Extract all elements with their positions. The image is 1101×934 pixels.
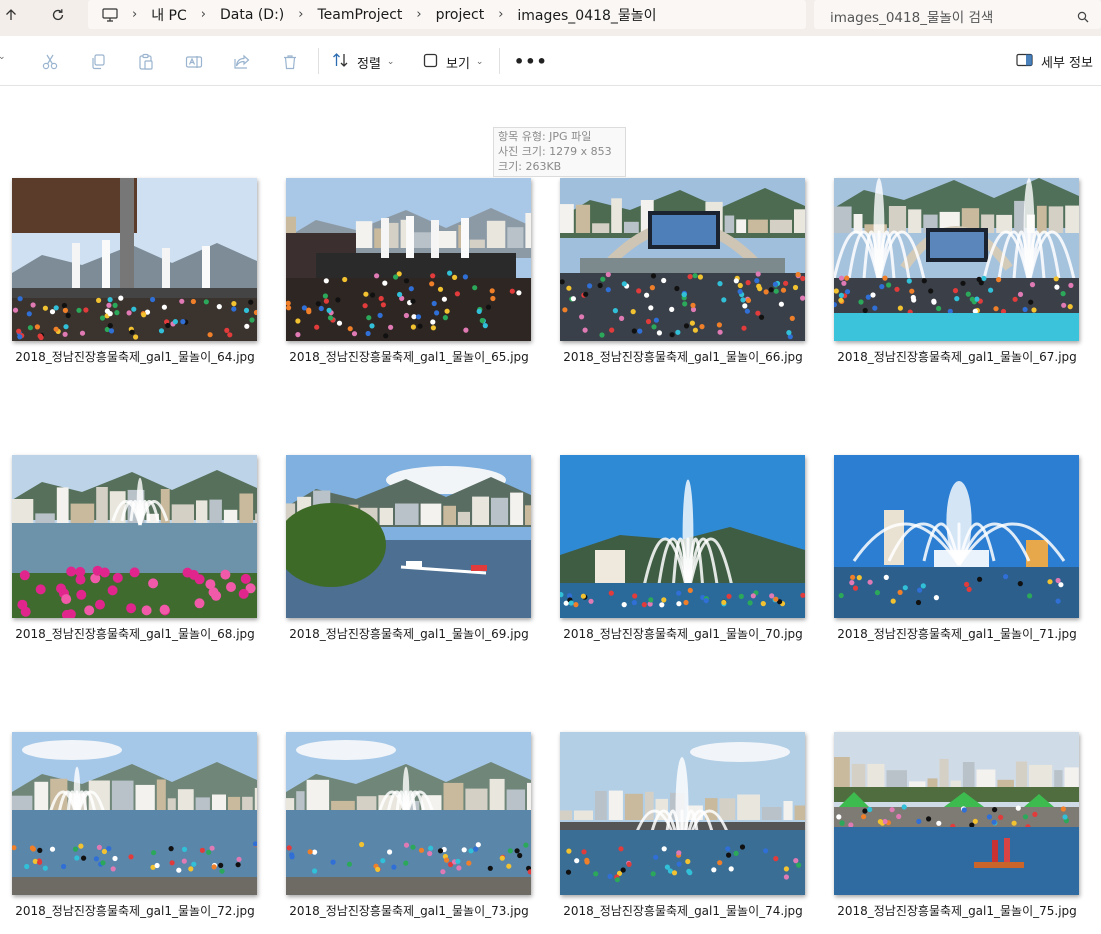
cut-icon[interactable]: [40, 52, 60, 72]
breadcrumb-item-data-drive[interactable]: Data (D:): [220, 7, 284, 23]
file-thumbnail[interactable]: [560, 732, 805, 895]
details-pane-label: 세부 정보: [1041, 56, 1093, 71]
chevron-right-icon[interactable]: ›: [498, 7, 503, 22]
breadcrumb-item-current-folder[interactable]: images_0418_물놀이: [517, 5, 656, 25]
details-pane-icon: [1016, 53, 1033, 71]
toolbar-divider: [499, 48, 500, 74]
search-icon: [1077, 8, 1089, 27]
sort-icon: [332, 52, 349, 72]
refresh-icon[interactable]: [44, 3, 72, 27]
file-thumbnail[interactable]: [834, 455, 1079, 618]
file-name[interactable]: 2018_정남진장흥물축제_gal1_물놀이_75.jpg: [822, 902, 1092, 919]
file-thumbnail[interactable]: [560, 178, 805, 341]
file-name[interactable]: 2018_정남진장흥물축제_gal1_물놀이_66.jpg: [548, 348, 818, 365]
file-name[interactable]: 2018_정남진장흥물축제_gal1_물놀이_72.jpg: [0, 902, 270, 919]
this-pc-icon[interactable]: [102, 7, 118, 22]
chevron-down-icon: ⌄: [386, 57, 395, 67]
delete-icon[interactable]: [280, 52, 300, 72]
breadcrumb[interactable]: › 내 PC › Data (D:) › TeamProject › proje…: [88, 0, 806, 29]
command-bar: ⌄ 정렬 ⌄ 보기 ⌄ ••• 세부 정보: [0, 38, 1101, 86]
file-thumbnail[interactable]: [12, 455, 257, 618]
file-name[interactable]: 2018_정남진장흥물축제_gal1_물놀이_64.jpg: [0, 348, 270, 365]
breadcrumb-item-this-pc[interactable]: 내 PC: [151, 5, 187, 25]
chevron-down-icon: ⌄: [475, 57, 484, 67]
file-name[interactable]: 2018_정남진장흥물축제_gal1_물놀이_68.jpg: [0, 625, 270, 642]
view-button[interactable]: 보기 ⌄: [423, 49, 483, 75]
breadcrumb-item-project[interactable]: project: [436, 7, 485, 23]
file-thumbnail[interactable]: [834, 178, 1079, 341]
breadcrumb-item-teamproject[interactable]: TeamProject: [317, 7, 402, 23]
file-name[interactable]: 2018_정남진장흥물축제_gal1_물놀이_70.jpg: [548, 625, 818, 642]
chevron-right-icon[interactable]: ›: [416, 7, 421, 22]
view-label: 보기: [446, 56, 470, 72]
up-arrow-icon[interactable]: [0, 3, 25, 27]
file-thumbnail[interactable]: [12, 732, 257, 895]
file-thumbnail[interactable]: [286, 732, 531, 895]
sort-button[interactable]: 정렬 ⌄: [332, 49, 394, 75]
view-icon: [423, 53, 438, 72]
file-name[interactable]: 2018_정남진장흥물축제_gal1_물놀이_67.jpg: [822, 348, 1092, 365]
rename-icon[interactable]: [184, 52, 204, 72]
tooltip-item-type: 항목 유형: JPG 파일: [498, 130, 592, 143]
share-icon[interactable]: [232, 52, 252, 72]
chevron-right-icon[interactable]: ›: [201, 7, 206, 22]
file-info-tooltip: 항목 유형: JPG 파일 사진 크기: 1279 x 853 크기: 263K…: [493, 127, 626, 177]
chevron-right-icon[interactable]: ›: [298, 7, 303, 22]
tooltip-dimensions: 사진 크기: 1279 x 853: [498, 145, 612, 158]
more-options-icon[interactable]: •••: [514, 52, 548, 71]
details-pane-button[interactable]: 세부 정보: [1016, 52, 1093, 71]
file-thumbnail[interactable]: [560, 455, 805, 618]
file-name[interactable]: 2018_정남진장흥물축제_gal1_물놀이_69.jpg: [274, 625, 544, 642]
search-input[interactable]: images_0418_물놀이 검색: [830, 6, 993, 26]
file-thumbnail[interactable]: [834, 732, 1079, 895]
file-thumbnail[interactable]: [12, 178, 257, 341]
chevron-right-icon[interactable]: ›: [132, 7, 137, 22]
address-bar-row: › 내 PC › Data (D:) › TeamProject › proje…: [0, 0, 1101, 36]
file-name[interactable]: 2018_정남진장흥물축제_gal1_물놀이_65.jpg: [274, 348, 544, 365]
tooltip-size: 크기: 263KB: [498, 160, 562, 173]
file-name[interactable]: 2018_정남진장흥물축제_gal1_물놀이_73.jpg: [274, 902, 544, 919]
toolbar-divider: [318, 48, 319, 74]
file-thumbnail[interactable]: [286, 178, 531, 341]
sort-label: 정렬: [357, 56, 381, 72]
file-name[interactable]: 2018_정남진장흥물축제_gal1_물놀이_71.jpg: [822, 625, 1092, 642]
file-thumbnail[interactable]: [286, 455, 531, 618]
chevron-down-icon[interactable]: ⌄: [0, 52, 6, 62]
file-name[interactable]: 2018_정남진장흥물축제_gal1_물놀이_74.jpg: [548, 902, 818, 919]
search-box[interactable]: images_0418_물놀이 검색: [814, 0, 1101, 29]
paste-icon[interactable]: [136, 52, 156, 72]
copy-icon[interactable]: [88, 52, 108, 72]
